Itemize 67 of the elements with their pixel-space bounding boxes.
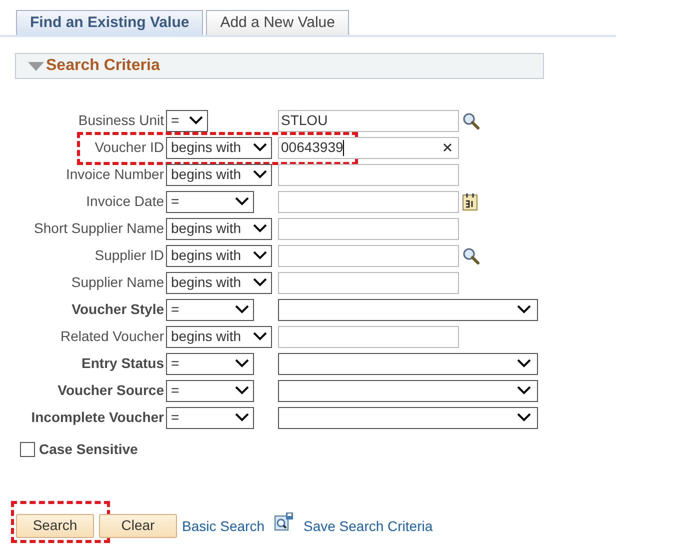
calendar-icon[interactable] bbox=[462, 192, 478, 210]
search-icon[interactable] bbox=[462, 112, 480, 130]
operator-select[interactable]: = bbox=[166, 110, 208, 132]
field-label: Voucher ID bbox=[94, 138, 165, 157]
chevron-icon bbox=[235, 197, 249, 206]
value-field[interactable] bbox=[278, 218, 459, 240]
value-select[interactable] bbox=[278, 380, 538, 402]
field-label: Business Unit bbox=[77, 111, 165, 130]
value-field[interactable] bbox=[278, 326, 459, 348]
operator-select[interactable]: begins with bbox=[166, 136, 272, 158]
value-field[interactable]: STLOU bbox=[278, 110, 459, 132]
value-select[interactable] bbox=[278, 298, 538, 320]
action-button[interactable]: Search bbox=[16, 514, 94, 538]
chevron-icon bbox=[235, 386, 249, 395]
value-field[interactable] bbox=[278, 244, 459, 266]
value-field[interactable] bbox=[278, 272, 459, 294]
operator-select[interactable]: begins with bbox=[166, 218, 272, 240]
operator-select[interactable]: begins with bbox=[166, 326, 272, 348]
tab[interactable]: Find an Existing Value bbox=[16, 10, 204, 35]
checkbox-label: Case Sensitive bbox=[39, 440, 138, 459]
field-label: Incomplete Voucher bbox=[30, 408, 165, 427]
field-label: Related Voucher bbox=[59, 327, 165, 346]
operator-select[interactable]: begins with bbox=[166, 244, 272, 266]
operator-select[interactable]: = bbox=[166, 380, 254, 402]
field-label: Short Supplier Name bbox=[33, 219, 165, 238]
chevron-icon bbox=[253, 251, 267, 260]
chevron-icon bbox=[517, 305, 531, 314]
field-label: Invoice Number bbox=[64, 165, 165, 184]
operator-select[interactable]: = bbox=[166, 406, 254, 428]
chevron-icon bbox=[517, 413, 531, 422]
save-search-criteria-link[interactable]: Save Search Criteria bbox=[303, 516, 433, 536]
operator-select[interactable]: = bbox=[166, 298, 254, 320]
chevron-icon bbox=[235, 413, 249, 422]
chevron-icon bbox=[253, 143, 267, 152]
section-header[interactable]: Search Criteria bbox=[15, 53, 544, 79]
tab[interactable]: Add a New Value bbox=[206, 10, 349, 35]
chevron-icon bbox=[235, 359, 249, 368]
chevron-icon bbox=[253, 224, 267, 233]
operator-select[interactable]: = bbox=[166, 352, 254, 374]
checkbox[interactable] bbox=[20, 442, 35, 457]
chevron-icon bbox=[517, 359, 531, 368]
field-label: Voucher Style bbox=[70, 300, 165, 319]
field-label: Voucher Source bbox=[56, 381, 165, 400]
field-label: Supplier Name bbox=[70, 273, 165, 292]
search-icon[interactable] bbox=[462, 246, 480, 264]
field-label: Invoice Date bbox=[85, 192, 165, 211]
chevron-icon bbox=[235, 305, 249, 314]
value-select[interactable] bbox=[278, 406, 538, 428]
value-select[interactable] bbox=[278, 352, 538, 374]
field-label: Supplier ID bbox=[94, 246, 165, 265]
basic-search-link[interactable]: Basic Search bbox=[182, 516, 264, 536]
operator-select[interactable]: = bbox=[166, 190, 254, 212]
chevron-icon bbox=[253, 278, 267, 287]
text-cursor bbox=[343, 140, 344, 156]
operator-select[interactable]: begins with bbox=[166, 164, 272, 186]
value-field[interactable] bbox=[278, 164, 459, 186]
value-field[interactable] bbox=[278, 190, 459, 212]
chevron-icon bbox=[517, 386, 531, 395]
chevron-icon bbox=[189, 116, 203, 125]
operator-select[interactable]: begins with bbox=[166, 272, 272, 294]
action-button[interactable]: Clear bbox=[99, 514, 177, 538]
field-label: Entry Status bbox=[80, 354, 165, 373]
chevron-icon bbox=[253, 170, 267, 179]
close-icon[interactable] bbox=[443, 143, 452, 152]
save-search-icon[interactable] bbox=[274, 512, 294, 532]
chevron-icon bbox=[253, 332, 267, 341]
value-field[interactable]: 00643939 bbox=[278, 136, 459, 158]
